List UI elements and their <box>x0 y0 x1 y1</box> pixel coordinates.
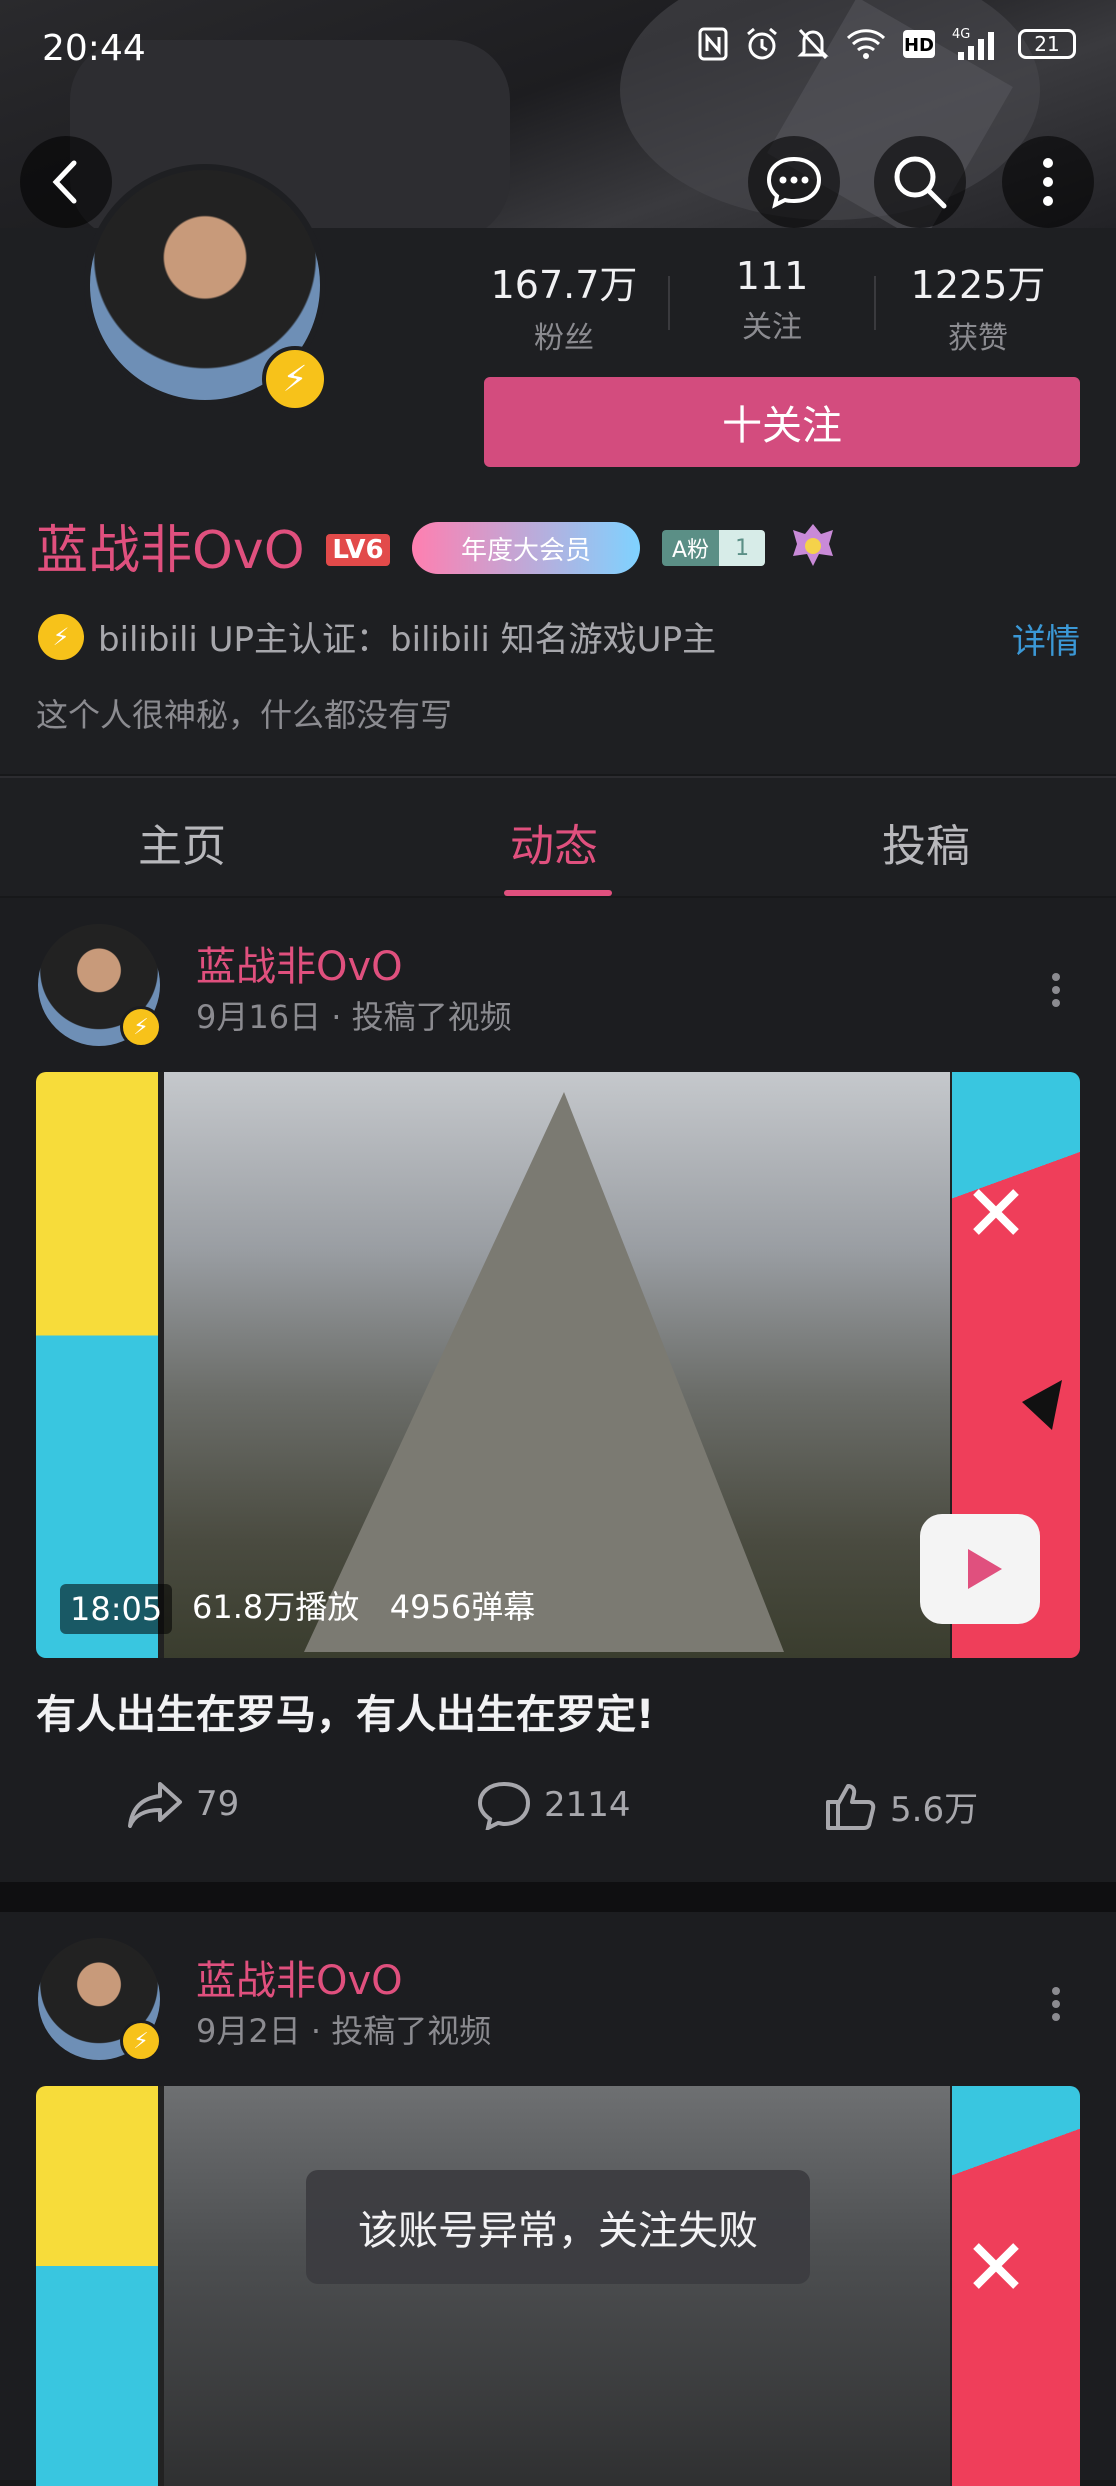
comment-icon <box>476 1780 532 1830</box>
tab-uploads[interactable]: 投稿 <box>882 810 970 874</box>
status-time: 20:44 <box>42 28 146 69</box>
stat-value: 111 <box>735 254 809 298</box>
stat-value: 1225万 <box>910 263 1046 307</box>
thumbnail-photo <box>164 1072 950 1658</box>
thumbnail-photo <box>164 2086 950 2486</box>
bio-text: 这个人很神秘，什么都没有写 <box>36 696 453 734</box>
stat-divider <box>668 276 670 330</box>
error-toast: 该账号异常，关注失败 <box>306 2170 810 2284</box>
search-icon <box>890 152 950 212</box>
stat-label: 获赞 <box>948 321 1008 356</box>
post-title[interactable]: 有人出生在罗马，有人出生在罗定! <box>36 1682 654 1740</box>
stat-label: 关注 <box>742 310 802 345</box>
post-more-button[interactable] <box>1052 968 1060 1012</box>
post-author-name[interactable]: 蓝战非OvO <box>196 934 403 992</box>
medal-icon[interactable] <box>788 520 838 570</box>
video-duration: 18:05 <box>60 1584 173 1634</box>
fan-badge-level: 1 <box>719 530 766 566</box>
bilibili-play-icon <box>920 1514 1040 1624</box>
hd-icon: HD <box>902 29 936 59</box>
verified-bolt-icon: ⚡ <box>262 346 328 412</box>
play-count: 61.8万播放 <box>192 1588 360 1626</box>
mute-icon <box>796 26 830 62</box>
post-date: 9月2日 <box>196 2012 301 2050</box>
username: 蓝战非OvO <box>36 521 305 581</box>
certification-text: bilibili UP主认证：bilibili 知名游戏UP主 <box>98 620 717 660</box>
message-bubble-icon <box>765 155 823 209</box>
svg-text:4G: 4G <box>952 27 970 42</box>
post-action: 投稿了视频 <box>351 998 512 1036</box>
stat-divider <box>874 276 876 330</box>
4g-signal-icon: 4G <box>952 26 1002 62</box>
fan-badge[interactable]: A粉 1 <box>662 530 766 566</box>
post-meta: 9月2日 · 投稿了视频 <box>196 2006 491 2052</box>
status-icons: HD 4G 21 <box>698 26 1076 62</box>
share-button[interactable]: 79 <box>126 1780 239 1828</box>
comment-count: 2114 <box>544 1785 631 1825</box>
search-button[interactable] <box>874 136 966 228</box>
post-more-button[interactable] <box>1052 1982 1060 2026</box>
svg-text:HD: HD <box>904 35 934 56</box>
alarm-icon <box>744 26 780 62</box>
danmaku-count: 4956弹幕 <box>389 1588 536 1626</box>
nfc-icon <box>698 27 728 61</box>
post-author-name[interactable]: 蓝战非OvO <box>196 1948 403 2006</box>
video-thumbnail[interactable]: 18:05 61.8万播放 4956弹幕 <box>36 1072 1080 1658</box>
follow-button[interactable]: 十关注 <box>484 377 1080 467</box>
like-button[interactable]: 5.6万 <box>824 1780 978 1832</box>
thumbnail-left-frame <box>36 2086 158 2486</box>
video-thumbnail[interactable] <box>36 2086 1080 2486</box>
thumbnail-right-frame <box>952 2086 1080 2486</box>
share-count: 79 <box>196 1784 240 1824</box>
certification-row: ⚡ bilibili UP主认证：bilibili 知名游戏UP主 <box>38 612 716 661</box>
detail-link[interactable]: 详情 <box>1012 614 1080 663</box>
stat-following[interactable]: 111 关注 <box>692 254 852 346</box>
thumbnail-left-frame <box>36 1072 158 1658</box>
stat-fans[interactable]: 167.7万 粉丝 <box>484 254 644 357</box>
more-vertical-icon <box>1042 157 1054 207</box>
post-action: 投稿了视频 <box>331 2012 492 2050</box>
meta-separator-dot: · <box>310 2012 332 2050</box>
tab-dynamics[interactable]: 动态 <box>510 810 598 874</box>
verified-bolt-icon: ⚡ <box>120 1006 162 1048</box>
post-date: 9月16日 <box>196 998 322 1036</box>
stat-value: 167.7万 <box>490 263 638 307</box>
meta-separator-dot: · <box>331 998 352 1036</box>
stat-likes[interactable]: 1225万 获赞 <box>898 254 1058 357</box>
level-badge: LV6 <box>326 534 390 566</box>
post-separator <box>0 1882 1116 1912</box>
stat-label: 粉丝 <box>534 321 594 356</box>
status-bar: 20:44 HD 4G 21 <box>0 0 1116 100</box>
verified-bolt-icon: ⚡ <box>120 2020 162 2062</box>
battery-icon: 21 <box>1018 29 1076 59</box>
post-meta: 9月16日 · 投稿了视频 <box>196 992 512 1038</box>
vip-badge[interactable]: 年度大会员 <box>412 522 640 574</box>
thumbs-up-icon <box>824 1780 878 1832</box>
tab-home[interactable]: 主页 <box>138 810 226 874</box>
share-icon <box>126 1780 184 1828</box>
video-stats: 61.8万播放 4956弹幕 <box>192 1582 535 1628</box>
more-button[interactable] <box>1002 136 1094 228</box>
wifi-icon <box>846 28 886 60</box>
back-button[interactable] <box>20 136 112 228</box>
message-button[interactable] <box>748 136 840 228</box>
certified-bolt-icon: ⚡ <box>38 613 84 660</box>
back-arrow-icon <box>46 157 86 207</box>
post-card: ⚡ 蓝战非OvO 9月16日 · 投稿了视频 18:05 61.8万播放 495… <box>0 898 1116 1882</box>
profile-tabs: 主页 动态 投稿 <box>0 776 1116 898</box>
fan-badge-label: A粉 <box>662 530 720 566</box>
comment-button[interactable]: 2114 <box>476 1780 631 1830</box>
like-count: 5.6万 <box>890 1789 979 1830</box>
